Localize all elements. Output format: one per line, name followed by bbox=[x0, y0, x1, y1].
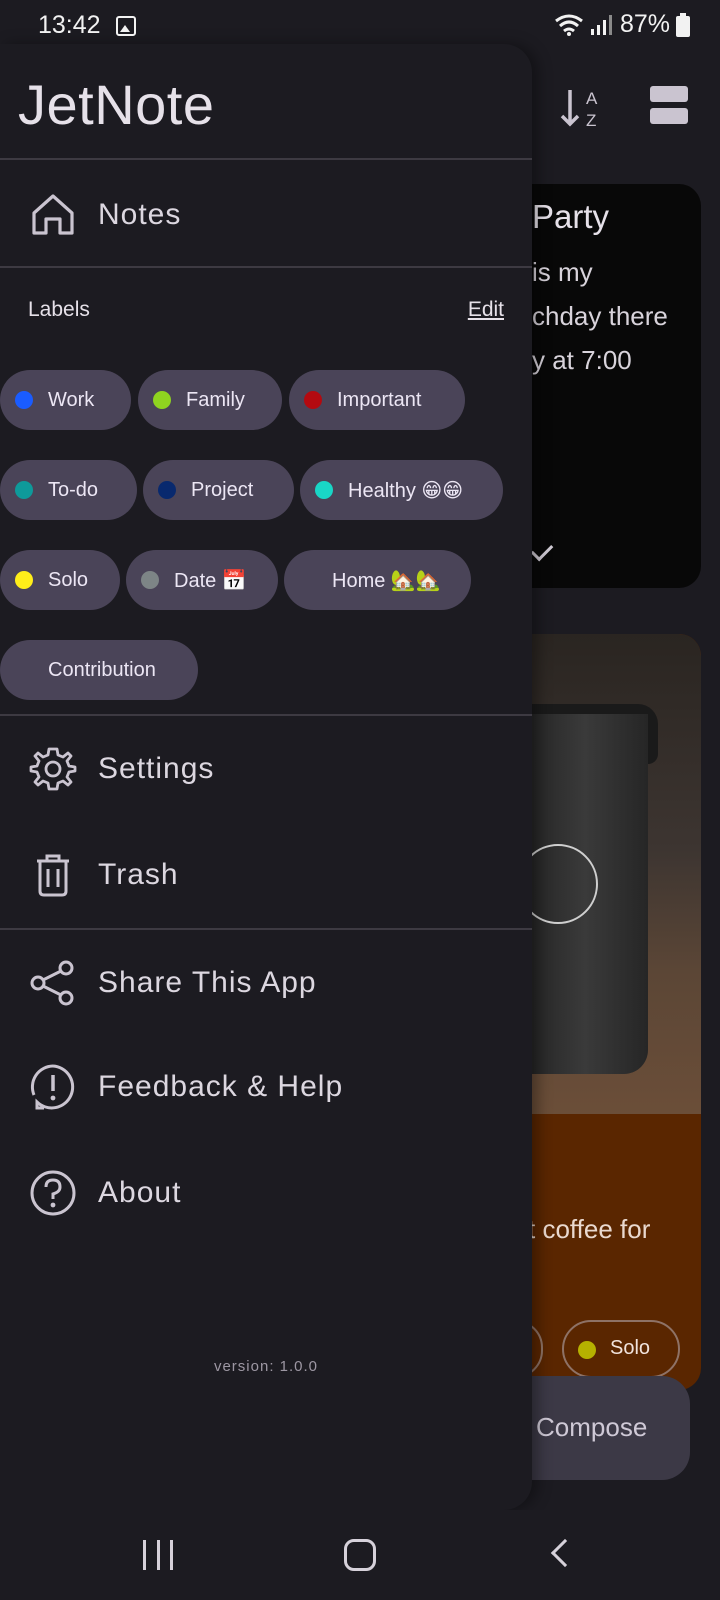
label-chip-home[interactable]: Home 🏡🏡 bbox=[284, 550, 471, 610]
nav-item-settings[interactable]: Settings bbox=[0, 726, 532, 812]
note-title: Party bbox=[532, 198, 610, 235]
recents-button[interactable] bbox=[143, 1540, 173, 1570]
label-chip-work[interactable]: Work bbox=[0, 370, 131, 430]
label-chip-text: Healthy 😁😁 bbox=[348, 479, 464, 502]
note-card[interactable]: t coffee for Solo bbox=[508, 634, 701, 1390]
compose-label: Compose bbox=[536, 1412, 648, 1442]
nav-label-trash: Trash bbox=[98, 858, 179, 891]
nav-item-feedback[interactable]: Feedback & Help bbox=[0, 1044, 532, 1130]
divider bbox=[0, 928, 532, 930]
app-title: JetNote bbox=[18, 73, 215, 136]
divider bbox=[0, 714, 532, 716]
nav-label-feedback: Feedback & Help bbox=[98, 1070, 344, 1103]
help-circle-icon bbox=[28, 1168, 78, 1218]
nav-item-about[interactable]: About bbox=[0, 1150, 532, 1236]
label-chip-text: Work bbox=[48, 388, 95, 411]
label-color-dot bbox=[315, 481, 333, 499]
home-icon bbox=[28, 190, 78, 240]
gallery-icon bbox=[116, 16, 136, 36]
system-nav-bar bbox=[0, 1510, 720, 1600]
label-chip-contribution[interactable]: Contribution bbox=[0, 640, 198, 700]
label-chip-todo[interactable]: To-do bbox=[0, 460, 137, 520]
label-chip-text: Project bbox=[191, 478, 254, 501]
label-chip-healthy[interactable]: Healthy 😁😁 bbox=[300, 460, 503, 520]
label-chip-text: Important bbox=[337, 388, 422, 411]
nav-label-about: About bbox=[98, 1176, 182, 1209]
nav-label-share: Share This App bbox=[98, 966, 317, 999]
gear-icon bbox=[28, 744, 78, 794]
note-card[interactable]: Party is my chday there y at 7:00 bbox=[508, 184, 701, 588]
note-chip-label: Solo bbox=[610, 1337, 651, 1359]
labels-section-title: Labels bbox=[28, 298, 90, 321]
wifi-icon bbox=[555, 14, 583, 36]
label-color-dot bbox=[304, 391, 322, 409]
note-label-chip: Solo bbox=[562, 1320, 680, 1378]
nav-label-notes: Notes bbox=[98, 198, 182, 231]
label-color-dot bbox=[15, 391, 33, 409]
trash-icon bbox=[28, 850, 78, 900]
label-chip-important[interactable]: Important bbox=[289, 370, 465, 430]
note-body: t coffee for bbox=[528, 1214, 651, 1244]
feedback-icon bbox=[28, 1062, 78, 1112]
app-version: version: 1.0.0 bbox=[213, 1358, 319, 1375]
label-chip-text: Solo bbox=[48, 568, 89, 591]
label-chip-family[interactable]: Family bbox=[138, 370, 282, 430]
app-screen: 13:42 87% A Z Party is my chday there y … bbox=[0, 0, 720, 1600]
label-chip-project[interactable]: Project bbox=[143, 460, 294, 520]
divider bbox=[0, 158, 532, 160]
navigation-drawer: JetNote Notes Labels Edit Work Family Im… bbox=[0, 44, 532, 1510]
home-button[interactable] bbox=[344, 1539, 376, 1571]
label-color-dot bbox=[141, 571, 159, 589]
divider bbox=[0, 266, 532, 268]
signal-icon bbox=[590, 14, 612, 35]
edit-labels-link[interactable]: Edit bbox=[468, 298, 504, 322]
check-icon bbox=[530, 538, 554, 562]
label-chip-date[interactable]: Date 📅 bbox=[126, 550, 278, 610]
nav-label-settings: Settings bbox=[98, 752, 215, 785]
label-color-dot bbox=[15, 481, 33, 499]
label-color-dot bbox=[153, 391, 171, 409]
battery-percent: 87% bbox=[619, 10, 670, 38]
layout-toggle-icon[interactable] bbox=[650, 86, 688, 126]
label-chip-text: Contribution bbox=[48, 658, 156, 681]
note-image bbox=[508, 634, 701, 1114]
label-chip-text: Family bbox=[186, 388, 245, 411]
back-button[interactable] bbox=[550, 1538, 580, 1568]
battery-icon bbox=[676, 12, 690, 37]
label-color-dot bbox=[158, 481, 176, 499]
svg-text:Z: Z bbox=[586, 111, 596, 130]
label-chip-text: Home 🏡🏡 bbox=[332, 569, 441, 592]
label-chip-text: To-do bbox=[48, 478, 99, 501]
nav-item-trash[interactable]: Trash bbox=[0, 832, 532, 918]
note-body: is my chday there y at 7:00 bbox=[532, 257, 668, 375]
label-color-dot bbox=[578, 1341, 596, 1359]
svg-text:A: A bbox=[586, 89, 598, 108]
status-time: 13:42 bbox=[38, 11, 101, 39]
nav-item-notes[interactable]: Notes bbox=[0, 172, 532, 258]
nav-item-share[interactable]: Share This App bbox=[0, 940, 532, 1026]
status-bar: 13:42 87% bbox=[0, 0, 720, 50]
sort-az-icon[interactable]: A Z bbox=[560, 84, 608, 132]
status-right-group: 87% bbox=[554, 10, 690, 39]
share-icon bbox=[28, 958, 78, 1008]
label-chip-text: Date 📅 bbox=[174, 569, 247, 592]
label-chip-solo[interactable]: Solo bbox=[0, 550, 120, 610]
label-color-dot bbox=[15, 571, 33, 589]
